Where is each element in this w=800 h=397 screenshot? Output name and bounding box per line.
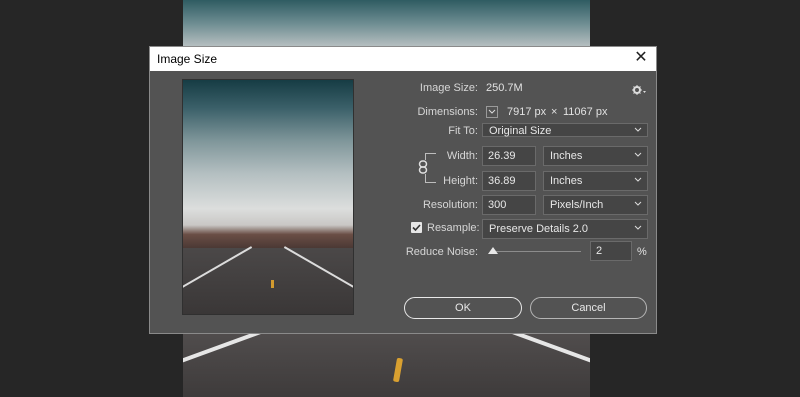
resample-value: Preserve Details 2.0: [489, 223, 589, 235]
chain-link-icon[interactable]: [417, 160, 429, 174]
reduce-noise-slider-thumb[interactable]: [487, 247, 498, 254]
width-unit-value: Inches: [550, 150, 583, 162]
fit-to-value: Original Size: [489, 125, 552, 137]
image-size-label: Image Size:: [419, 82, 478, 94]
chevron-down-icon: [633, 223, 643, 233]
dimensions-width-value: 7917 px: [507, 106, 547, 118]
chevron-down-icon: [633, 199, 643, 209]
image-size-dialog: Image Size ✕ Image Size: 250.7M Dimensio…: [149, 46, 657, 334]
gear-icon[interactable]: [632, 84, 646, 96]
dimensions-height-value: 11067 px: [563, 106, 608, 118]
fit-to-label: Fit To:: [448, 125, 478, 137]
close-icon[interactable]: ✕: [632, 49, 650, 67]
height-unit-select[interactable]: Inches: [543, 171, 648, 191]
dialog-titlebar: Image Size ✕: [150, 47, 656, 71]
dimensions-label: Dimensions:: [417, 106, 478, 118]
height-unit-value: Inches: [550, 175, 583, 187]
resample-label: Resample:: [427, 222, 480, 234]
width-unit-select[interactable]: Inches: [543, 146, 648, 166]
dimensions-chevron-icon[interactable]: [486, 106, 498, 118]
image-size-value: 250.7M: [486, 82, 523, 94]
dimensions-times: ×: [551, 106, 558, 118]
resolution-input[interactable]: 300: [482, 195, 536, 215]
reduce-noise-label: Reduce Noise:: [405, 246, 478, 258]
image-preview[interactable]: [182, 79, 354, 315]
fit-to-select[interactable]: Original Size: [482, 123, 648, 137]
width-label: Width:: [446, 150, 478, 162]
resample-checkbox[interactable]: [411, 222, 422, 233]
resolution-unit-select[interactable]: Pixels/Inch: [543, 195, 648, 215]
chevron-down-icon: [633, 150, 643, 160]
resolution-label: Resolution:: [422, 199, 478, 211]
reduce-noise-slider-track[interactable]: [491, 251, 581, 252]
dialog-title: Image Size: [157, 52, 218, 66]
chevron-down-icon: [633, 125, 643, 135]
reduce-noise-unit: %: [637, 246, 647, 258]
resample-select[interactable]: Preserve Details 2.0: [482, 219, 648, 239]
cancel-button[interactable]: Cancel: [530, 297, 647, 319]
height-label: Height:: [443, 175, 478, 187]
width-input[interactable]: 26.39: [482, 146, 536, 166]
ok-button[interactable]: OK: [404, 297, 522, 319]
reduce-noise-input[interactable]: 2: [590, 241, 632, 261]
height-input[interactable]: 36.89: [482, 171, 536, 191]
chevron-down-icon: [633, 175, 643, 185]
resolution-unit-value: Pixels/Inch: [550, 199, 604, 211]
